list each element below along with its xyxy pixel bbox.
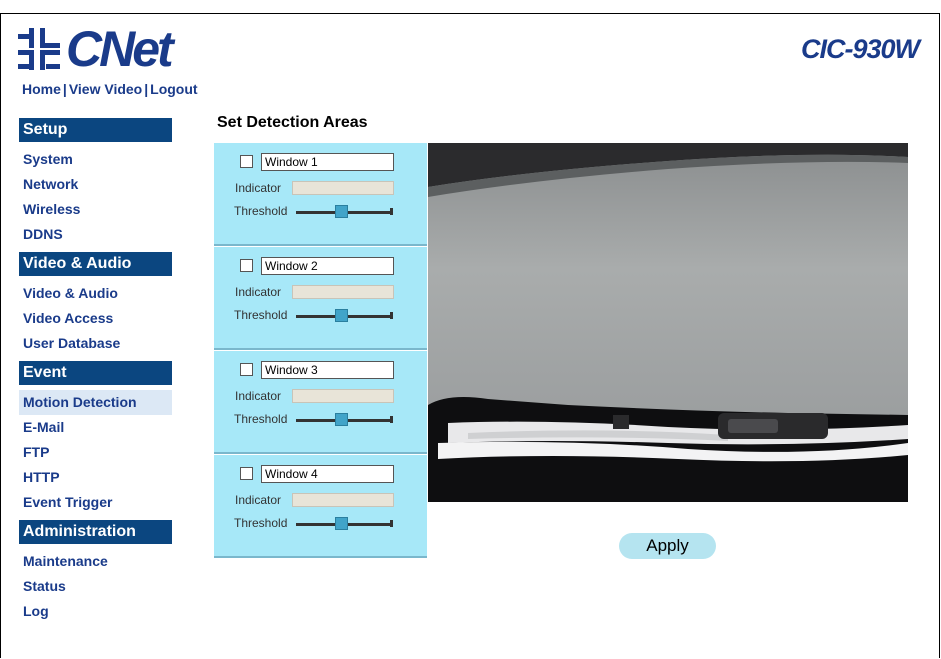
sidebar-item-user-database[interactable]: User Database bbox=[19, 331, 172, 356]
nav-separator: | bbox=[144, 81, 149, 97]
sidebar-section-setup: Setup System Network Wireless DDNS bbox=[19, 118, 172, 252]
sidebar-section-title: Event bbox=[19, 361, 172, 385]
threshold-slider-thumb[interactable] bbox=[335, 517, 348, 530]
camera-video-preview[interactable] bbox=[428, 143, 908, 502]
sidebar-item-status[interactable]: Status bbox=[19, 574, 172, 599]
sidebar-section-event: Event Motion Detection E-Mail FTP HTTP E… bbox=[19, 361, 172, 520]
sidebar-item-maintenance[interactable]: Maintenance bbox=[19, 549, 172, 574]
indicator-bar bbox=[292, 181, 394, 195]
window-enable-checkbox[interactable] bbox=[240, 155, 253, 168]
top-nav: Home | View Video | Logout bbox=[22, 81, 198, 97]
indicator-bar bbox=[292, 493, 394, 507]
logo-mark-icon bbox=[16, 26, 64, 72]
sidebar-item-log[interactable]: Log bbox=[19, 599, 172, 624]
sidebar: Setup System Network Wireless DDNS Video… bbox=[19, 118, 172, 629]
sidebar-section-items: System Network Wireless DDNS bbox=[19, 142, 172, 252]
sidebar-item-video-audio[interactable]: Video & Audio bbox=[19, 281, 172, 306]
window-name-input[interactable]: Window 2 bbox=[261, 257, 394, 275]
sidebar-section-items: Video & Audio Video Access User Database bbox=[19, 276, 172, 361]
sidebar-item-ftp[interactable]: FTP bbox=[19, 440, 172, 465]
sidebar-item-wireless[interactable]: Wireless bbox=[19, 197, 172, 222]
indicator-label: Indicator bbox=[235, 493, 282, 507]
detection-window-panel: Window 4 Indicator Threshold bbox=[214, 455, 427, 558]
slider-end-tick bbox=[390, 416, 393, 423]
indicator-bar bbox=[292, 285, 394, 299]
sidebar-item-ddns[interactable]: DDNS bbox=[19, 222, 172, 247]
window-name-input[interactable]: Window 3 bbox=[261, 361, 394, 379]
sidebar-section-title: Administration bbox=[19, 520, 172, 544]
sidebar-item-network[interactable]: Network bbox=[19, 172, 172, 197]
window-enable-checkbox[interactable] bbox=[240, 259, 253, 272]
threshold-slider-thumb[interactable] bbox=[335, 309, 348, 322]
sidebar-item-email[interactable]: E-Mail bbox=[19, 415, 172, 440]
slider-end-tick bbox=[390, 520, 393, 527]
detection-window-panel: Window 3 Indicator Threshold bbox=[214, 351, 427, 454]
logout-link[interactable]: Logout bbox=[150, 81, 197, 97]
indicator-label: Indicator bbox=[235, 181, 282, 195]
cnet-logo: CNet bbox=[16, 22, 196, 76]
page-title: Set Detection Areas bbox=[217, 114, 368, 131]
threshold-slider-thumb[interactable] bbox=[335, 413, 348, 426]
sidebar-item-system[interactable]: System bbox=[19, 147, 172, 172]
sidebar-section-administration: Administration Maintenance Status Log bbox=[19, 520, 172, 629]
home-link[interactable]: Home bbox=[22, 81, 61, 97]
sidebar-section-items: Motion Detection E-Mail FTP HTTP Event T… bbox=[19, 385, 172, 520]
indicator-label: Indicator bbox=[235, 285, 282, 299]
detection-window-panel: Window 1 Indicator Threshold bbox=[214, 143, 427, 246]
indicator-label: Indicator bbox=[235, 389, 282, 403]
indicator-bar bbox=[292, 389, 394, 403]
sidebar-item-video-access[interactable]: Video Access bbox=[19, 306, 172, 331]
detection-window-panel: Window 2 Indicator Threshold bbox=[214, 247, 427, 350]
window-enable-checkbox[interactable] bbox=[240, 467, 253, 480]
threshold-label: Threshold bbox=[234, 516, 288, 530]
apply-button[interactable]: Apply bbox=[619, 533, 716, 559]
window-name-input[interactable]: Window 4 bbox=[261, 465, 394, 483]
sidebar-item-event-trigger[interactable]: Event Trigger bbox=[19, 490, 172, 515]
view-video-link[interactable]: View Video bbox=[69, 81, 142, 97]
sidebar-item-motion-detection[interactable]: Motion Detection bbox=[19, 390, 172, 415]
brand-wordmark: CNet bbox=[66, 21, 174, 77]
slider-end-tick bbox=[390, 208, 393, 215]
sidebar-section-items: Maintenance Status Log bbox=[19, 544, 172, 629]
threshold-label: Threshold bbox=[234, 308, 288, 322]
sidebar-item-http[interactable]: HTTP bbox=[19, 465, 172, 490]
sidebar-section-video-audio: Video & Audio Video & Audio Video Access… bbox=[19, 252, 172, 361]
sidebar-section-title: Video & Audio bbox=[19, 252, 172, 276]
window-enable-checkbox[interactable] bbox=[240, 363, 253, 376]
sidebar-section-title: Setup bbox=[19, 118, 172, 142]
slider-end-tick bbox=[390, 312, 393, 319]
threshold-slider-thumb[interactable] bbox=[335, 205, 348, 218]
window-name-input[interactable]: Window 1 bbox=[261, 153, 394, 171]
threshold-label: Threshold bbox=[234, 412, 288, 426]
model-name: CIC-930W bbox=[800, 34, 920, 64]
threshold-label: Threshold bbox=[234, 204, 288, 218]
nav-separator: | bbox=[62, 81, 67, 97]
